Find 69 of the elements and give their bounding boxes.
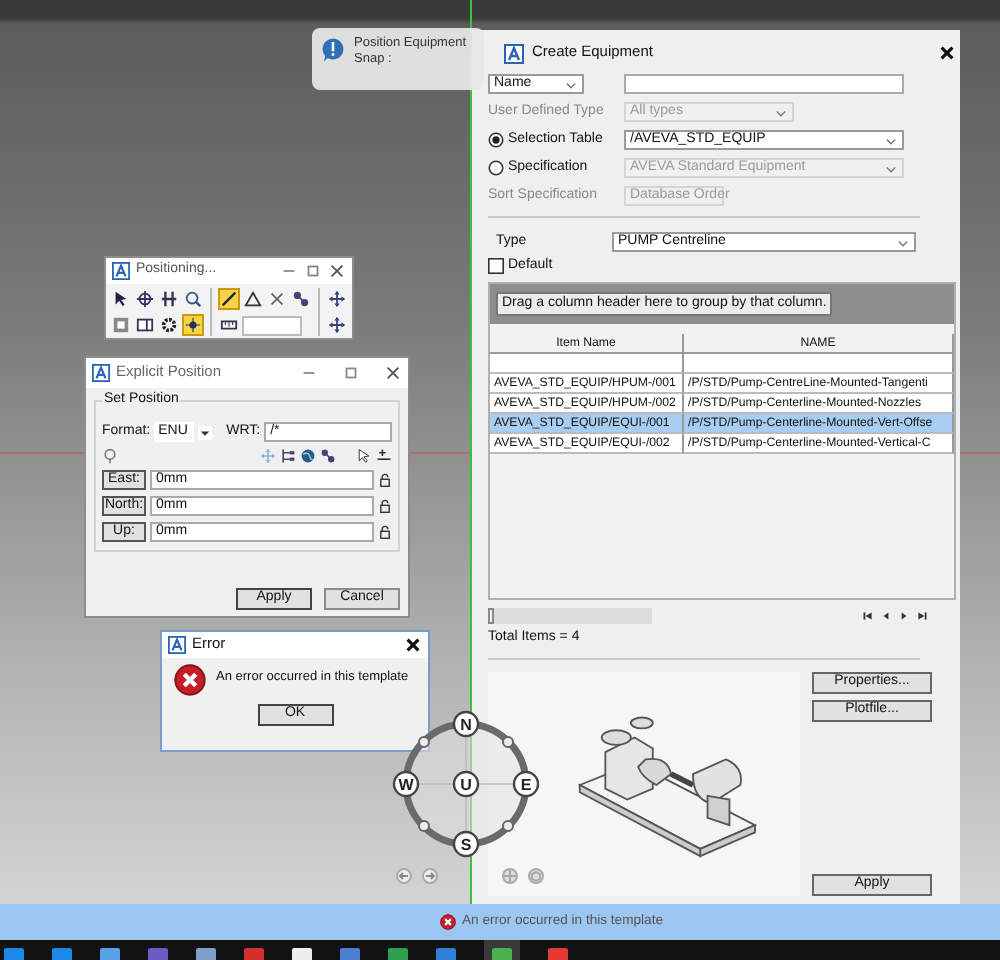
caret-icon xyxy=(564,77,578,91)
tree-icon[interactable] xyxy=(280,448,296,465)
tool-button[interactable] xyxy=(290,288,312,310)
bars-icon xyxy=(160,290,178,308)
maximize-icon[interactable] xyxy=(304,262,322,280)
line-icon xyxy=(220,290,238,308)
dropdown-icon[interactable] xyxy=(198,423,213,442)
search-field[interactable] xyxy=(624,74,904,94)
nodes-icon xyxy=(292,290,310,308)
tool-button[interactable] xyxy=(182,288,204,310)
filter-cell[interactable] xyxy=(490,354,684,375)
lock-icon[interactable] xyxy=(378,472,392,489)
crosshair-icon xyxy=(136,290,154,308)
arrow-right-icon[interactable] xyxy=(422,868,438,884)
tool-button[interactable] xyxy=(110,288,132,310)
error-icon xyxy=(174,664,206,696)
info-icon xyxy=(320,36,346,62)
pointer-icon xyxy=(112,290,130,308)
tool-button[interactable] xyxy=(242,288,264,310)
pin-icon[interactable] xyxy=(102,448,118,465)
last-page-icon[interactable] xyxy=(916,609,928,622)
input-field[interactable] xyxy=(242,315,302,335)
lock-icon[interactable] xyxy=(378,524,392,541)
pointer-icon[interactable] xyxy=(356,448,372,465)
close-icon[interactable] xyxy=(328,262,346,280)
filter-cell[interactable] xyxy=(684,354,954,375)
close-icon[interactable] xyxy=(938,44,956,62)
tool-button[interactable] xyxy=(182,314,204,336)
point-icon xyxy=(184,316,202,334)
caret-icon xyxy=(774,105,788,119)
direction-button[interactable]: W xyxy=(392,770,420,798)
direction-button[interactable]: U xyxy=(452,770,480,798)
direction-button[interactable]: N xyxy=(452,710,480,738)
radio-button[interactable] xyxy=(488,131,504,148)
tool-button[interactable] xyxy=(326,288,348,310)
tool-button[interactable] xyxy=(326,314,348,336)
previous-page-icon[interactable] xyxy=(880,609,892,622)
caret-icon xyxy=(896,235,910,249)
triangle-icon xyxy=(244,290,262,308)
add-icon[interactable] xyxy=(376,448,392,465)
tool-button[interactable] xyxy=(218,288,240,310)
lock-icon[interactable] xyxy=(378,498,392,515)
app-icon xyxy=(92,364,110,382)
cross-icon xyxy=(268,290,286,308)
error-icon xyxy=(440,914,456,930)
tool-button[interactable] xyxy=(158,288,180,310)
globe-icon[interactable] xyxy=(300,448,316,465)
window-icon xyxy=(136,316,154,334)
square-icon xyxy=(112,316,130,334)
nodes-icon[interactable] xyxy=(320,448,336,465)
tool-button[interactable] xyxy=(134,314,156,336)
zoom-icon xyxy=(184,290,202,308)
first-page-icon[interactable] xyxy=(862,609,874,622)
close-icon[interactable] xyxy=(384,364,402,382)
tool-button[interactable] xyxy=(158,314,180,336)
direction-button[interactable]: E xyxy=(512,770,540,798)
move-icon xyxy=(328,316,346,334)
next-page-icon[interactable] xyxy=(898,609,910,622)
app-icon xyxy=(504,43,524,63)
arrow-left-icon[interactable] xyxy=(396,868,412,884)
maximize-icon[interactable] xyxy=(342,364,360,382)
direction-button[interactable]: S xyxy=(452,830,480,858)
scrollbar[interactable] xyxy=(488,607,652,624)
tool-button[interactable] xyxy=(134,288,156,310)
ruler-icon xyxy=(220,316,238,334)
close-icon[interactable] xyxy=(404,636,422,654)
gear-icon xyxy=(160,316,178,334)
move-icon xyxy=(328,290,346,308)
checkbox[interactable] xyxy=(488,258,504,275)
